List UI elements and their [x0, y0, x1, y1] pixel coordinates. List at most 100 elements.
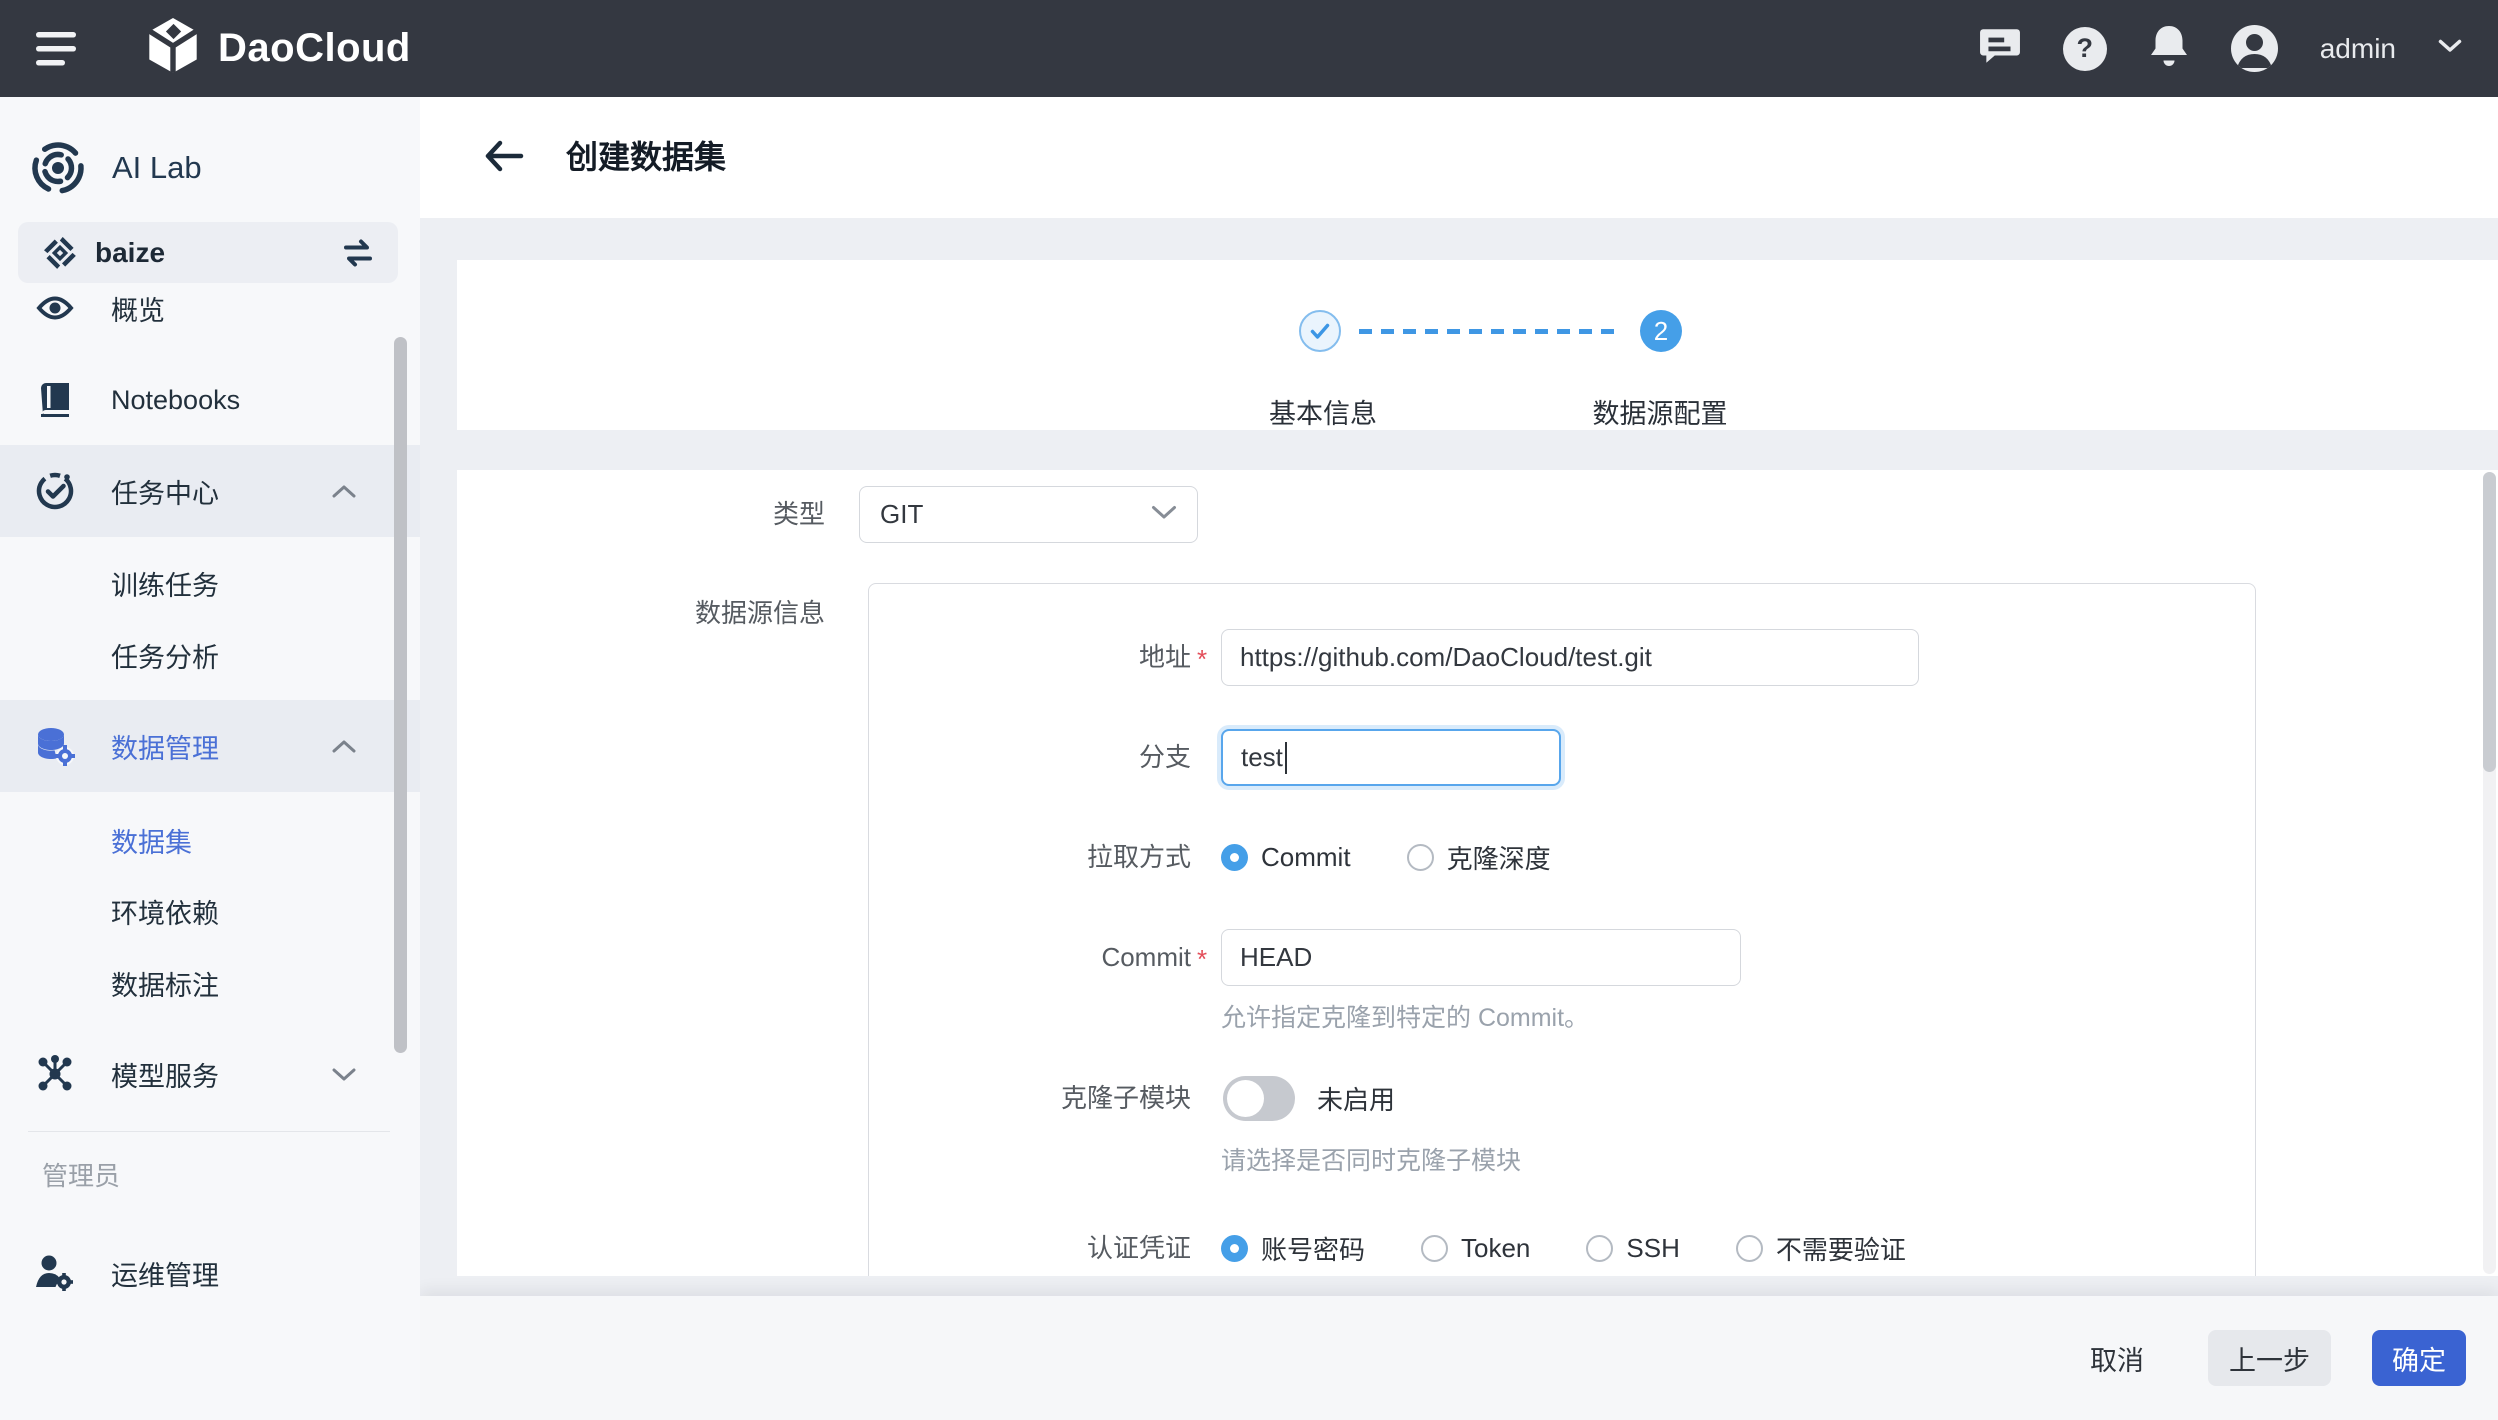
sidebar-divider [28, 1131, 390, 1132]
pull-mode-label: 拉取方式 [869, 830, 1191, 884]
step-1-label: 基本信息 [1213, 392, 1433, 431]
previous-step-button[interactable]: 上一步 [2208, 1330, 2331, 1386]
confirm-button[interactable]: 确定 [2372, 1330, 2466, 1386]
type-select[interactable]: GIT [859, 486, 1198, 543]
workspace-selector[interactable]: baize [18, 222, 398, 283]
help-icon[interactable]: ? [2063, 27, 2107, 71]
workspace-name: baize [95, 222, 165, 283]
radio-icon [1421, 1235, 1448, 1262]
sidebar-item-data-management[interactable]: 数据管理 [0, 700, 420, 792]
product-name: AI Lab [112, 137, 202, 199]
source-info-label: 数据源信息 [457, 598, 825, 628]
step-1-circle [1299, 310, 1341, 352]
cancel-button[interactable]: 取消 [2060, 1339, 2174, 1378]
page-header: 创建数据集 [420, 97, 2498, 218]
navbar-actions: ? admin [1979, 0, 2462, 97]
sidebar: AI Lab baize 概览 [0, 97, 420, 1420]
radio-ssh[interactable]: SSH [1586, 1233, 1679, 1264]
required-marker: * [1197, 929, 1217, 990]
pull-mode-options: Commit 克隆深度 [1221, 830, 1551, 884]
branch-label: 分支 [869, 729, 1191, 786]
back-arrow-icon[interactable] [484, 139, 524, 175]
ai-lab-icon [30, 140, 86, 201]
radio-selected-icon [1221, 1235, 1248, 1262]
radio-commit[interactable]: Commit [1221, 842, 1351, 873]
user-gear-icon [30, 1237, 80, 1309]
book-icon [30, 364, 80, 436]
sidebar-item-training-jobs[interactable]: 训练任务 [0, 547, 420, 619]
page-title: 创建数据集 [566, 97, 726, 218]
branch-input[interactable]: test [1221, 729, 1561, 786]
address-label: 地址 [869, 629, 1191, 686]
commit-hint: 允许指定克隆到特定的 Commit。 [1221, 1001, 1589, 1035]
form-card: 类型 GIT 数据源信息 地址 * 分支 test 拉取方式 [457, 470, 2498, 1276]
main-area: 创建数据集 2 基本信息 数据源配置 类型 GIT 数据源信息 [420, 97, 2498, 1420]
bell-icon[interactable] [2149, 24, 2189, 73]
steps-card: 2 基本信息 数据源配置 [457, 260, 2498, 430]
database-gear-icon [30, 700, 80, 792]
chevron-down-icon[interactable] [2438, 39, 2462, 58]
radio-icon [1736, 1235, 1763, 1262]
menu-icon[interactable] [36, 31, 80, 67]
product-header: AI Lab [0, 137, 420, 199]
sidebar-menu: 概览 Notebooks 任务中心 训练任务 [0, 283, 420, 1131]
radio-icon [1407, 844, 1434, 871]
top-navbar: DaoCloud ? admin [0, 0, 2498, 97]
admin-section-label: 管理员 [42, 1158, 120, 1194]
auth-label: 认证凭证 [869, 1221, 1191, 1275]
source-info-box: 地址 * 分支 test 拉取方式 Commit 克隆 [868, 583, 2256, 1276]
workspace-icon [43, 236, 77, 275]
type-label: 类型 [457, 486, 825, 543]
username[interactable]: admin [2320, 33, 2396, 65]
footer-bar: 取消 上一步 确定 [420, 1296, 2498, 1420]
brand-name: DaoCloud [218, 26, 411, 71]
text-caret [1285, 742, 1288, 774]
daocloud-logo-icon [146, 18, 200, 79]
submodule-state: 未启用 [1317, 1080, 1395, 1117]
chat-icon[interactable] [1979, 25, 2021, 72]
sidebar-item-notebooks[interactable]: Notebooks [0, 364, 420, 436]
submodule-toggle[interactable] [1223, 1076, 1295, 1121]
chevron-up-icon [332, 485, 356, 503]
chevron-down-icon [1151, 505, 1177, 525]
sidebar-item-ops-management[interactable]: 运维管理 [0, 1237, 420, 1309]
sidebar-item-data-annotation[interactable]: 数据标注 [0, 947, 420, 1019]
address-input[interactable] [1221, 629, 1919, 686]
sidebar-item-env-dependencies[interactable]: 环境依赖 [0, 875, 420, 947]
sidebar-scrollbar[interactable] [394, 337, 407, 1053]
submodule-label: 克隆子模块 [869, 1070, 1191, 1127]
sidebar-item-datasets[interactable]: 数据集 [0, 804, 420, 876]
radio-no-auth[interactable]: 不需要验证 [1736, 1230, 1906, 1267]
auth-options: 账号密码 Token SSH 不需要验证 [1221, 1221, 1906, 1275]
radio-token[interactable]: Token [1421, 1233, 1530, 1264]
brand[interactable]: DaoCloud [146, 0, 411, 97]
avatar[interactable] [2231, 25, 2278, 72]
commit-label: Commit [869, 929, 1191, 986]
task-center-icon [30, 445, 80, 537]
branch-value: test [1241, 742, 1283, 773]
sidebar-item-task-center[interactable]: 任务中心 [0, 445, 420, 537]
sidebar-item-job-analysis[interactable]: 任务分析 [0, 619, 420, 691]
form-scrollbar-thumb[interactable] [2483, 472, 2496, 772]
sidebar-item-model-services[interactable]: 模型服务 [0, 1028, 420, 1120]
chevron-up-icon [332, 740, 356, 758]
radio-selected-icon [1221, 844, 1248, 871]
step-connector [1359, 329, 1616, 334]
check-icon [1310, 323, 1330, 340]
chevron-down-icon [332, 1068, 356, 1086]
step-2-circle: 2 [1640, 310, 1682, 352]
required-marker: * [1197, 629, 1217, 690]
eye-icon [30, 283, 80, 344]
app-root: DaoCloud ? admin [0, 0, 2498, 1420]
radio-clone-depth[interactable]: 克隆深度 [1407, 839, 1551, 876]
type-select-value: GIT [880, 499, 923, 530]
radio-account-password[interactable]: 账号密码 [1221, 1230, 1365, 1267]
sidebar-item-overview[interactable]: 概览 [0, 283, 420, 344]
submodule-hint: 请选择是否同时克隆子模块 [1221, 1144, 1521, 1178]
submodule-row: 未启用 [1223, 1070, 1395, 1127]
switch-workspace-icon[interactable] [342, 239, 374, 272]
commit-input[interactable] [1221, 929, 1741, 986]
cluster-icon [30, 1028, 80, 1120]
radio-icon [1586, 1235, 1613, 1262]
step-2-label: 数据源配置 [1550, 392, 1770, 431]
